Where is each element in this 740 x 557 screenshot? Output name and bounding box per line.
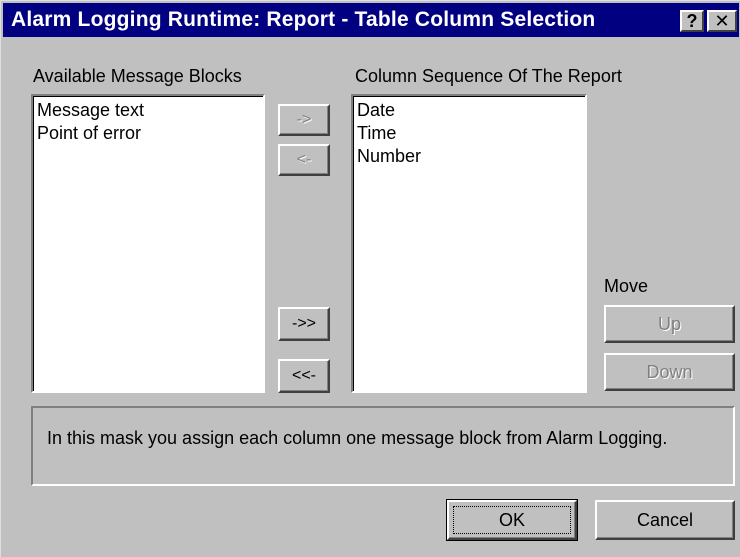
add-all-button[interactable]: ->>	[278, 307, 330, 341]
dialog-window: Alarm Logging Runtime: Report - Table Co…	[0, 0, 740, 557]
list-item[interactable]: Point of error	[37, 122, 259, 145]
info-text: In this mask you assign each column one …	[47, 428, 668, 448]
add-button[interactable]: ->	[278, 104, 330, 136]
ok-label: OK	[453, 506, 571, 534]
info-panel: In this mask you assign each column one …	[31, 406, 735, 486]
title-bar[interactable]: Alarm Logging Runtime: Report - Table Co…	[3, 3, 739, 37]
list-item[interactable]: Time	[357, 122, 581, 145]
remove-button[interactable]: <-	[278, 144, 330, 176]
move-down-button[interactable]: Down	[604, 353, 735, 391]
remove-all-button[interactable]: <<-	[278, 359, 330, 393]
move-label: Move	[604, 276, 649, 296]
list-item[interactable]: Date	[357, 99, 581, 122]
available-blocks-list[interactable]: Message text Point of error	[31, 94, 265, 393]
help-button[interactable]: ?	[680, 10, 704, 32]
move-up-button[interactable]: Up	[604, 305, 735, 343]
dialog-title: Alarm Logging Runtime: Report - Table Co…	[11, 8, 596, 31]
column-sequence-label: Column Sequence Of The Report	[355, 66, 622, 86]
column-sequence-list[interactable]: Date Time Number	[351, 94, 587, 393]
list-item[interactable]: Number	[357, 145, 581, 168]
available-blocks-label: Available Message Blocks	[33, 66, 242, 86]
ok-button[interactable]: OK	[446, 499, 578, 541]
close-button[interactable]: ✕	[707, 10, 737, 32]
cancel-button[interactable]: Cancel	[595, 500, 735, 540]
list-item[interactable]: Message text	[37, 99, 259, 122]
close-icon: ✕	[714, 11, 730, 31]
